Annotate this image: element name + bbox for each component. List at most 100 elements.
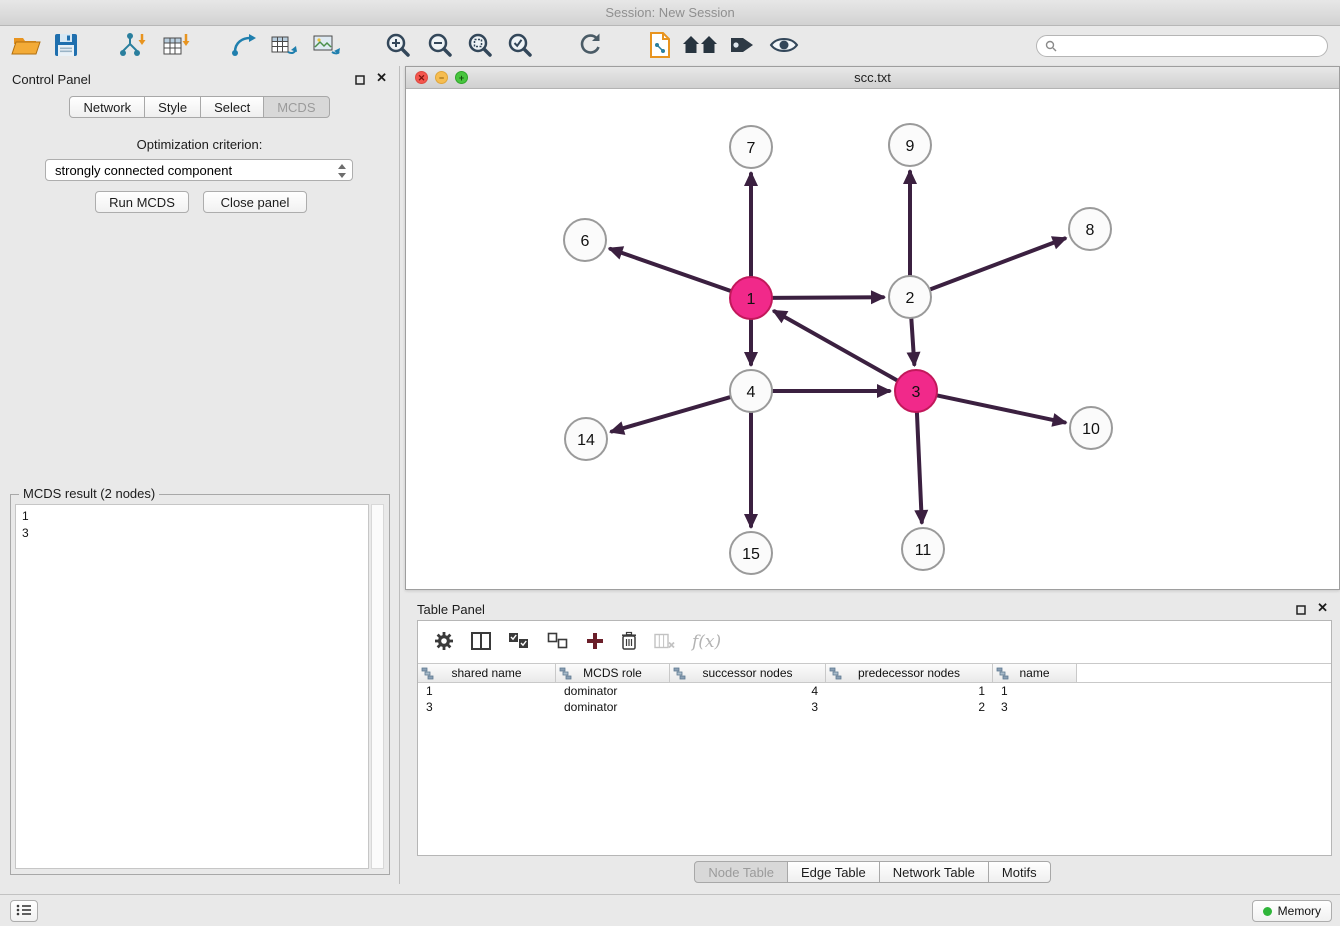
graph-edge-1-6[interactable] bbox=[611, 249, 732, 291]
search-field[interactable] bbox=[1036, 35, 1328, 57]
graph-node-9[interactable]: 9 bbox=[889, 124, 931, 166]
zoom-out-button[interactable] bbox=[422, 29, 458, 63]
home-layout-button[interactable] bbox=[682, 29, 718, 63]
style-badge-button[interactable] bbox=[724, 29, 760, 63]
close-table-panel-icon[interactable]: ✕ bbox=[1317, 600, 1328, 616]
minimize-window-icon[interactable]: − bbox=[435, 71, 448, 84]
zoom-selected-button[interactable] bbox=[502, 29, 538, 63]
table-row[interactable]: 3dominator323 bbox=[418, 699, 1331, 715]
deselect-all-button[interactable] bbox=[547, 632, 569, 653]
table-tab-motifs[interactable]: Motifs bbox=[988, 861, 1051, 883]
table-cell[interactable]: 3 bbox=[418, 699, 556, 715]
refresh-layout-button[interactable] bbox=[572, 29, 608, 63]
app-window: Session: New Session bbox=[0, 0, 1340, 926]
close-panel-button[interactable]: Close panel bbox=[203, 191, 307, 213]
graph-node-10[interactable]: 10 bbox=[1070, 407, 1112, 449]
network-window-titlebar[interactable]: ✕ − + scc.txt bbox=[406, 67, 1339, 89]
table-cell[interactable]: 1 bbox=[418, 683, 556, 699]
graph-node-1[interactable]: 1 bbox=[730, 277, 772, 319]
memory-status-icon bbox=[1263, 907, 1272, 916]
graph-node-6[interactable]: 6 bbox=[564, 219, 606, 261]
save-session-button[interactable] bbox=[48, 29, 84, 63]
graph-node-7[interactable]: 7 bbox=[730, 126, 772, 168]
export-image-button[interactable] bbox=[308, 29, 344, 63]
network-canvas[interactable]: 7 9 6 8 1 2 4 3 14 10 15 11 bbox=[406, 89, 1339, 589]
function-builder-button[interactable]: f(x) bbox=[692, 632, 721, 652]
task-history-button[interactable] bbox=[10, 900, 38, 922]
save-floppy-icon bbox=[53, 32, 79, 61]
table-tab-edge-table[interactable]: Edge Table bbox=[787, 861, 880, 883]
import-network-button[interactable] bbox=[114, 29, 150, 63]
table-cell[interactable]: 4 bbox=[670, 683, 826, 699]
run-mcds-button[interactable]: Run MCDS bbox=[95, 191, 189, 213]
graph-node-2[interactable]: 2 bbox=[889, 276, 931, 318]
graph-node-15[interactable]: 15 bbox=[730, 532, 772, 574]
graph-edge-2-8[interactable] bbox=[930, 239, 1065, 290]
export-table-button[interactable] bbox=[266, 29, 302, 63]
table-cell[interactable]: dominator bbox=[556, 683, 670, 699]
control-tab-style[interactable]: Style bbox=[144, 96, 201, 118]
show-hide-button[interactable] bbox=[766, 29, 802, 63]
graph-edge-2-3[interactable] bbox=[911, 318, 914, 364]
column-header-shared-name[interactable]: shared name bbox=[418, 664, 556, 682]
import-table-button[interactable] bbox=[158, 29, 194, 63]
graph-node-3[interactable]: 3 bbox=[895, 370, 937, 412]
column-header-MCDS-role[interactable]: MCDS role bbox=[556, 664, 670, 682]
table-tab-node-table[interactable]: Node Table bbox=[694, 861, 788, 883]
zoom-in-button[interactable] bbox=[380, 29, 416, 63]
graph-node-4[interactable]: 4 bbox=[730, 370, 772, 412]
show-columns-button[interactable] bbox=[471, 632, 491, 653]
control-tab-mcds[interactable]: MCDS bbox=[263, 96, 329, 118]
column-sort-icon bbox=[829, 667, 842, 683]
float-panel-icon[interactable] bbox=[355, 73, 365, 88]
memory-button[interactable]: Memory bbox=[1252, 900, 1332, 922]
mcds-result-text[interactable]: 13 bbox=[15, 504, 369, 869]
select-all-button[interactable] bbox=[508, 632, 530, 653]
open-document-button[interactable] bbox=[642, 29, 678, 63]
table-cell[interactable]: 3 bbox=[993, 699, 1077, 715]
graph-edge-3-10[interactable] bbox=[937, 395, 1065, 422]
svg-text:1: 1 bbox=[747, 291, 756, 308]
refresh-icon bbox=[577, 32, 603, 61]
maximize-window-icon[interactable]: + bbox=[455, 71, 468, 84]
column-header-successor-nodes[interactable]: successor nodes bbox=[670, 664, 826, 682]
zoom-fit-button[interactable] bbox=[462, 29, 498, 63]
graph-edge-3-11[interactable] bbox=[917, 412, 922, 522]
import-table-icon bbox=[162, 32, 190, 61]
delete-column-button[interactable] bbox=[621, 631, 637, 653]
window-titlebar[interactable]: Session: New Session bbox=[0, 0, 1340, 26]
column-sort-icon bbox=[421, 667, 434, 683]
control-tab-network[interactable]: Network bbox=[69, 96, 145, 118]
table-settings-button[interactable] bbox=[434, 631, 454, 654]
table-cell[interactable]: 3 bbox=[670, 699, 826, 715]
homes-icon bbox=[682, 34, 718, 59]
graph-edge-3-1[interactable] bbox=[775, 311, 898, 380]
graph-edge-4-14[interactable] bbox=[612, 397, 731, 432]
delete-table-button[interactable] bbox=[654, 633, 675, 652]
graph-edge-1-2[interactable] bbox=[772, 297, 883, 298]
close-panel-icon[interactable]: ✕ bbox=[376, 70, 387, 86]
table-cell[interactable]: 1 bbox=[826, 683, 993, 699]
column-header-name[interactable]: name bbox=[993, 664, 1077, 682]
result-scrollbar[interactable] bbox=[371, 504, 384, 869]
column-header-label: MCDS role bbox=[583, 666, 642, 680]
table-cell[interactable]: dominator bbox=[556, 699, 670, 715]
table-cell[interactable]: 2 bbox=[826, 699, 993, 715]
graph-node-14[interactable]: 14 bbox=[565, 418, 607, 460]
search-input[interactable] bbox=[1062, 37, 1327, 55]
close-window-icon[interactable]: ✕ bbox=[415, 71, 428, 84]
zoom-in-icon bbox=[385, 32, 411, 61]
column-header-predecessor-nodes[interactable]: predecessor nodes bbox=[826, 664, 993, 682]
table-tab-network-table[interactable]: Network Table bbox=[879, 861, 989, 883]
network-from-selection-button[interactable] bbox=[226, 29, 262, 63]
graph-node-11[interactable]: 11 bbox=[902, 528, 944, 570]
control-tab-select[interactable]: Select bbox=[200, 96, 264, 118]
table-cell[interactable]: 1 bbox=[993, 683, 1077, 699]
optimization-dropdown[interactable]: strongly connected component bbox=[45, 159, 353, 181]
table-row[interactable]: 1dominator411 bbox=[418, 683, 1331, 699]
add-column-button[interactable] bbox=[586, 632, 604, 653]
graph-node-8[interactable]: 8 bbox=[1069, 208, 1111, 250]
eye-icon bbox=[769, 35, 799, 58]
float-table-panel-icon[interactable] bbox=[1296, 603, 1306, 618]
open-session-button[interactable] bbox=[8, 29, 44, 63]
